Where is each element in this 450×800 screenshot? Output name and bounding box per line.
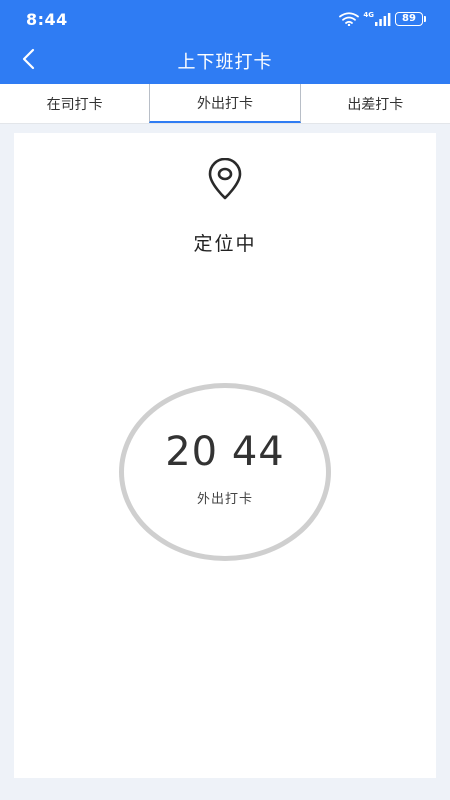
battery-icon: 89	[395, 12, 426, 26]
tab-bar: 在司打卡 外出打卡 出差打卡	[0, 84, 450, 124]
punch-time: 20 44	[165, 428, 285, 475]
status-time: 8:44	[26, 9, 68, 29]
back-button[interactable]	[12, 45, 44, 77]
punch-button[interactable]: 20 44 外出打卡	[119, 383, 331, 561]
tab-label: 外出打卡	[196, 95, 253, 112]
battery-level: 89	[395, 12, 423, 26]
app-screen: 8:44 4G 89 上下班打卡 在司打卡 外出打卡 出差打卡 定位中 20 4…	[0, 0, 450, 800]
tab-label: 在司打卡	[46, 96, 103, 113]
wifi-icon	[339, 12, 360, 26]
tab-outing-punch[interactable]: 外出打卡	[149, 84, 301, 123]
network-type: 4G	[363, 11, 374, 19]
tab-business-trip-punch[interactable]: 出差打卡	[301, 84, 450, 123]
app-bar: 上下班打卡	[0, 38, 450, 84]
tab-office-punch[interactable]: 在司打卡	[0, 84, 149, 123]
punch-label: 外出打卡	[196, 491, 253, 507]
location-status: 定位中	[193, 233, 257, 255]
page-title: 上下班打卡	[177, 52, 273, 73]
signal-icon: 4G	[363, 12, 391, 26]
tab-label: 出差打卡	[347, 96, 404, 113]
status-icons: 4G 89	[339, 12, 426, 26]
status-bar: 8:44 4G 89	[0, 0, 450, 38]
chevron-left-icon	[21, 48, 35, 74]
location-pin-icon	[206, 157, 244, 200]
punch-card: 定位中 20 44 外出打卡	[14, 133, 436, 778]
